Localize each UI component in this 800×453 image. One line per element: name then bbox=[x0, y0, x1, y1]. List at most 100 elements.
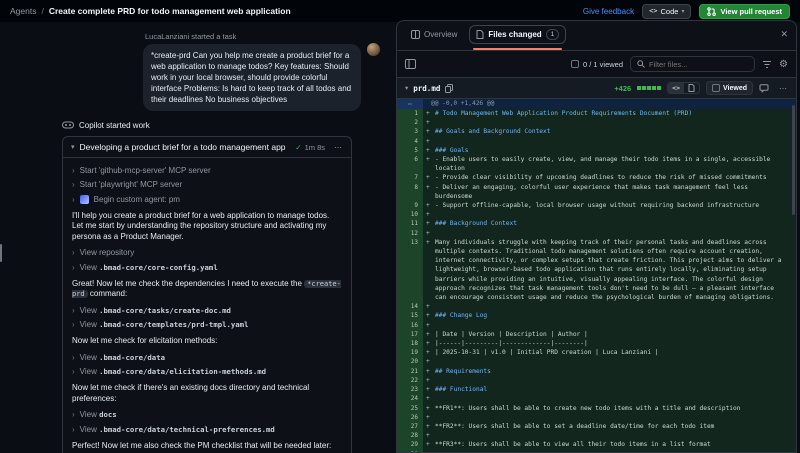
line-number[interactable]: 3 bbox=[397, 127, 423, 136]
line-number[interactable]: 23 bbox=[397, 385, 423, 394]
source-view-icon[interactable]: <> bbox=[668, 83, 684, 93]
line-number[interactable]: 11 bbox=[397, 219, 423, 228]
kebab-menu-icon[interactable]: ⋯ bbox=[334, 143, 343, 152]
line-number[interactable]: 21 bbox=[397, 367, 423, 376]
copilot-icon bbox=[62, 120, 74, 130]
diff-line-content: +**FR2**: Users shall be able to set a d… bbox=[423, 422, 796, 431]
task-duration: 1m 8s bbox=[305, 143, 325, 152]
diff-lines: 1+# Todo Management Web Application Prod… bbox=[397, 109, 796, 452]
breadcrumb-agents[interactable]: Agents bbox=[10, 6, 36, 16]
viewed-all-checkbox[interactable] bbox=[571, 60, 579, 68]
tab-files-changed[interactable]: Files changed 1 bbox=[469, 25, 566, 44]
addition-marker: + bbox=[426, 118, 430, 127]
filter-files-input[interactable] bbox=[649, 60, 748, 69]
line-number[interactable]: 19 bbox=[397, 348, 423, 357]
tab-overview[interactable]: Overview bbox=[405, 27, 463, 42]
diff-line-content: + bbox=[423, 357, 796, 366]
give-feedback-link[interactable]: Give feedback bbox=[583, 7, 634, 16]
line-number[interactable]: 5 bbox=[397, 146, 423, 155]
addition-marker: + bbox=[426, 173, 430, 182]
line-number[interactable]: 25 bbox=[397, 404, 423, 413]
breadcrumb-separator: / bbox=[41, 6, 43, 16]
addition-marker: + bbox=[426, 404, 430, 413]
chat-scrollbar[interactable] bbox=[0, 244, 2, 262]
step-agent[interactable]: ›Begin custom agent: pm bbox=[72, 195, 342, 204]
copilot-message: I'll help you create a product brief for… bbox=[72, 211, 342, 243]
line-number[interactable]: 8 bbox=[397, 183, 423, 201]
addition-marker: + bbox=[426, 440, 430, 449]
line-number[interactable]: 17 bbox=[397, 330, 423, 339]
step-code[interactable]: ›View .bmad-core/templates/prd-tmpl.yaml bbox=[72, 320, 342, 329]
rendered-view-icon[interactable] bbox=[684, 83, 699, 93]
diff-line-content: +- Support offline-capable, local browse… bbox=[423, 201, 796, 210]
diff-scrollbar[interactable] bbox=[792, 105, 795, 215]
diff-line: 1+# Todo Management Web Application Prod… bbox=[397, 109, 796, 118]
step-code[interactable]: ›View .bmad-core/tasks/create-doc.md bbox=[72, 306, 342, 315]
gear-icon[interactable]: ⚙ bbox=[779, 59, 788, 70]
step[interactable]: ›Start 'playwright' MCP server bbox=[72, 180, 342, 189]
line-number[interactable]: 12 bbox=[397, 229, 423, 238]
line-number[interactable]: 4 bbox=[397, 137, 423, 146]
step-code[interactable]: ›View .bmad-core/data/technical-preferen… bbox=[72, 425, 342, 434]
chevron-down-icon[interactable]: ▾ bbox=[405, 84, 408, 92]
file-name[interactable]: prd.md bbox=[413, 84, 440, 93]
line-number[interactable]: 29 bbox=[397, 440, 423, 449]
source-rendered-toggle[interactable]: <> bbox=[667, 82, 700, 94]
filter-lines-icon[interactable] bbox=[762, 60, 772, 69]
line-number[interactable]: 2 bbox=[397, 118, 423, 127]
task-started-label: LucaLanziani started a task bbox=[145, 32, 361, 41]
addition-marker: + bbox=[426, 146, 430, 155]
line-number[interactable]: 6 bbox=[397, 155, 423, 173]
diff-line: 5+### Goals bbox=[397, 146, 796, 155]
copy-icon[interactable] bbox=[445, 84, 453, 93]
step[interactable]: ›View repository bbox=[72, 248, 342, 257]
diff-line: 4+ bbox=[397, 137, 796, 146]
filter-files-search[interactable] bbox=[630, 56, 755, 72]
chevron-right-icon: › bbox=[72, 306, 75, 315]
diff-line: 21+## Requirements bbox=[397, 367, 796, 376]
step-code[interactable]: ›View .bmad-core/data bbox=[72, 353, 342, 362]
step-code[interactable]: ›View .bmad-core/core-config.yaml bbox=[72, 263, 342, 272]
file-kebab-icon[interactable]: ⋯ bbox=[779, 84, 788, 93]
line-number[interactable]: 15 bbox=[397, 311, 423, 320]
line-number[interactable]: 9 bbox=[397, 201, 423, 210]
line-number[interactable]: 13 bbox=[397, 238, 423, 302]
addition-marker: + bbox=[426, 127, 430, 136]
diff-line-content: + bbox=[423, 229, 796, 238]
line-number[interactable]: 14 bbox=[397, 302, 423, 311]
line-number[interactable]: 7 bbox=[397, 173, 423, 182]
diff-line: 20+ bbox=[397, 357, 796, 366]
task-card-header[interactable]: ▾ Developing a product brief for a todo … bbox=[63, 137, 351, 158]
step[interactable]: ›Start 'github-mcp-server' MCP server bbox=[72, 166, 342, 175]
close-icon[interactable]: ✕ bbox=[780, 29, 788, 40]
avatar[interactable] bbox=[367, 43, 380, 56]
diff-line: 17+| Date | Version | Description | Auth… bbox=[397, 330, 796, 339]
top-header: Agents / Create complete PRD for todo ma… bbox=[0, 0, 800, 22]
addition-marker: + bbox=[426, 238, 430, 247]
hunk-gutter[interactable]: ⋯ bbox=[397, 99, 423, 109]
line-number[interactable]: 27 bbox=[397, 422, 423, 431]
comment-icon[interactable] bbox=[759, 84, 769, 93]
check-icon: ✓ bbox=[295, 143, 301, 152]
step-code[interactable]: ›View docs bbox=[72, 410, 342, 419]
viewed-checkbox[interactable] bbox=[712, 84, 720, 92]
line-number[interactable]: 10 bbox=[397, 210, 423, 219]
line-number[interactable]: 30 bbox=[397, 450, 423, 452]
line-number[interactable]: 16 bbox=[397, 321, 423, 330]
view-pull-request-button[interactable]: View pull request bbox=[699, 4, 790, 19]
line-number[interactable]: 20 bbox=[397, 357, 423, 366]
hunk-header: ⋯ @@ -0,0 +1,426 @@ bbox=[397, 99, 796, 109]
line-number[interactable]: 28 bbox=[397, 431, 423, 440]
line-number[interactable]: 18 bbox=[397, 339, 423, 348]
line-number[interactable]: 22 bbox=[397, 376, 423, 385]
viewed-button[interactable]: Viewed bbox=[706, 81, 753, 95]
line-number[interactable]: 1 bbox=[397, 109, 423, 118]
chevron-right-icon: › bbox=[72, 248, 75, 257]
copilot-message: Great! Now let me check the dependencies… bbox=[72, 279, 342, 300]
code-button[interactable]: <> Code ▾ bbox=[642, 4, 691, 19]
step-code[interactable]: ›View .bmad-core/data/elicitation-method… bbox=[72, 367, 342, 376]
viewed-progress[interactable]: 0 / 1 viewed bbox=[571, 60, 623, 69]
line-number[interactable]: 24 bbox=[397, 394, 423, 403]
line-number[interactable]: 26 bbox=[397, 413, 423, 422]
sidebar-toggle-icon[interactable] bbox=[405, 59, 416, 69]
